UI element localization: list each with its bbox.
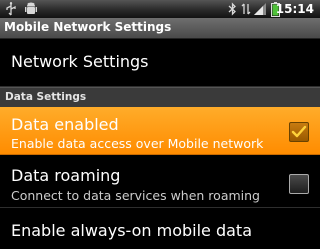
signal-icon: [253, 1, 267, 17]
always-on-data-label: Enable always-on mobile data: [11, 221, 253, 240]
clock: 15:14: [275, 2, 314, 16]
android-debug-icon: [24, 1, 38, 17]
network-data-icon: [241, 1, 251, 17]
section-header-data-settings: Data Settings: [0, 87, 320, 108]
checkmark-icon: [291, 125, 307, 138]
always-on-data-item[interactable]: Enable always-on mobile data: [0, 209, 320, 249]
data-enabled-item[interactable]: Data enabled Enable data access over Mob…: [0, 107, 320, 155]
data-roaming-summary: Connect to data services when roaming: [11, 188, 260, 203]
network-settings-item[interactable]: Network Settings: [0, 39, 320, 87]
data-roaming-checkbox[interactable]: [289, 174, 309, 194]
title-bar: Mobile Network Settings: [0, 18, 320, 39]
page-title: Mobile Network Settings: [4, 20, 172, 34]
data-enabled-checkbox[interactable]: [289, 122, 309, 142]
usb-icon: [4, 1, 18, 17]
data-enabled-label: Data enabled: [11, 115, 119, 134]
data-enabled-summary: Enable data access over Mobile network: [11, 136, 264, 151]
bluetooth-icon: [227, 1, 237, 17]
section-header-label: Data Settings: [5, 91, 87, 103]
status-bar: 15:14: [0, 0, 320, 19]
data-roaming-label: Data roaming: [11, 166, 121, 185]
network-settings-label: Network Settings: [11, 52, 149, 71]
data-roaming-item[interactable]: Data roaming Connect to data services wh…: [0, 156, 320, 208]
